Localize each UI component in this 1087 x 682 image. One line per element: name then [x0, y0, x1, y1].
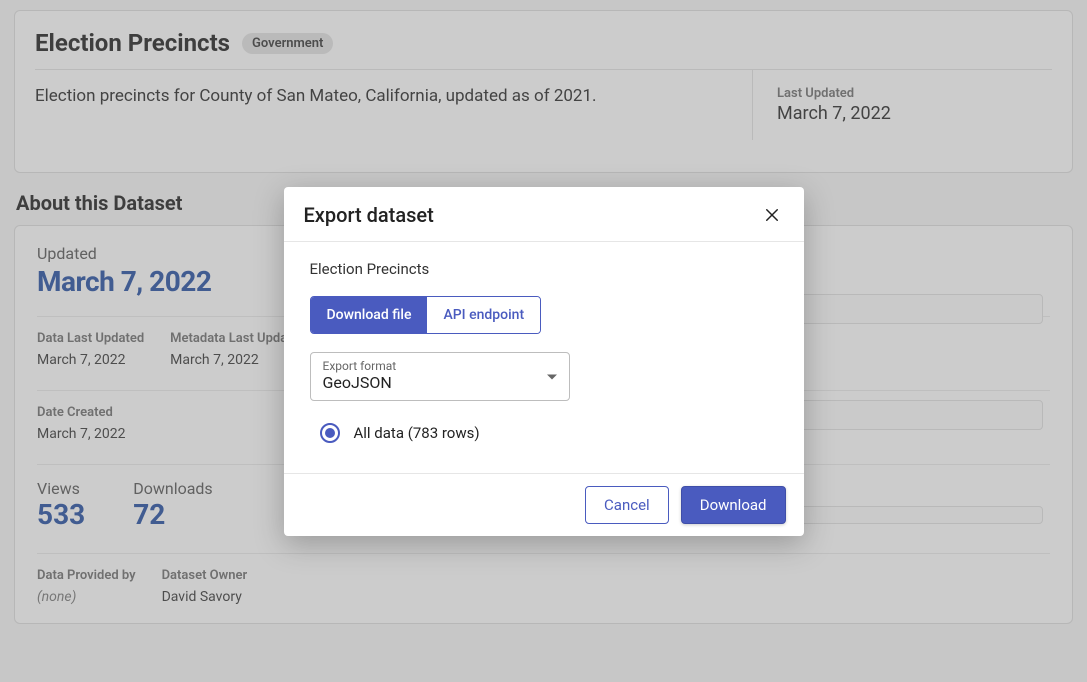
- modal-overlay: Export dataset Election Precincts Downlo…: [0, 0, 1087, 682]
- export-format-select[interactable]: Export format GeoJSON: [310, 352, 570, 401]
- modal-title: Export dataset: [304, 203, 434, 227]
- tab-download-file[interactable]: Download file: [311, 297, 428, 333]
- close-button[interactable]: [760, 203, 784, 227]
- cancel-button[interactable]: Cancel: [585, 486, 669, 524]
- export-format-label: Export format: [323, 359, 557, 373]
- close-icon: [763, 206, 781, 224]
- chevron-down-icon: [547, 374, 557, 379]
- export-format-value: GeoJSON: [323, 373, 557, 392]
- all-data-radio-row[interactable]: All data (783 rows): [310, 423, 778, 443]
- radio-dot-icon: [325, 428, 335, 438]
- all-data-radio[interactable]: [320, 423, 340, 443]
- export-dataset-modal: Export dataset Election Precincts Downlo…: [284, 187, 804, 536]
- export-mode-tabs: Download file API endpoint: [310, 296, 542, 334]
- tab-api-endpoint[interactable]: API endpoint: [427, 297, 540, 333]
- download-button[interactable]: Download: [681, 486, 786, 524]
- modal-dataset-name: Election Precincts: [310, 260, 778, 278]
- all-data-label: All data (783 rows): [354, 424, 480, 442]
